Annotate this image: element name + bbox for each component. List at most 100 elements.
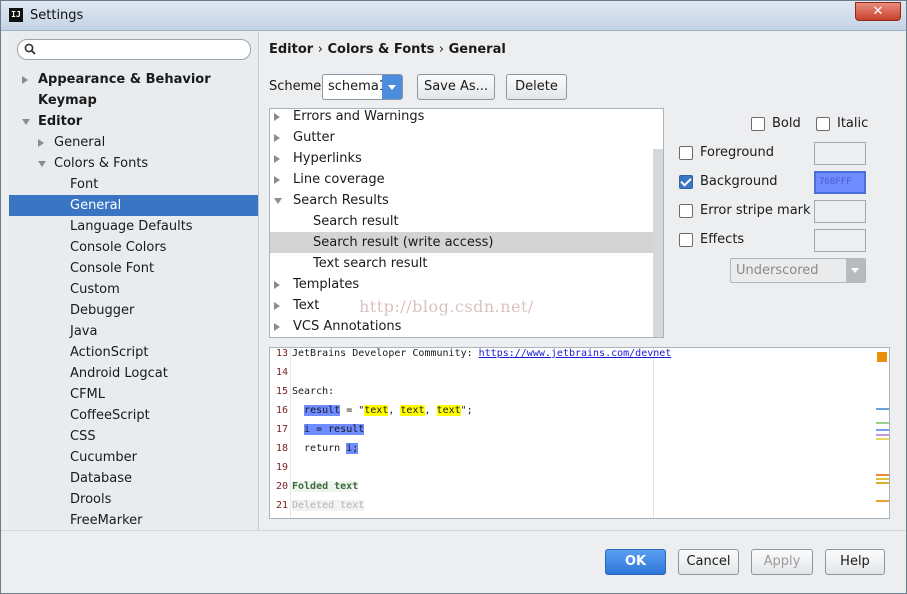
effects-color-swatch[interactable] (814, 229, 866, 252)
category-scrollbar[interactable] (653, 149, 663, 337)
ok-button[interactable]: OK (605, 549, 666, 575)
line-number: 14 (275, 367, 288, 378)
background-color-swatch[interactable]: 768FFF (814, 171, 866, 194)
bold-label: Bold (772, 116, 801, 131)
apply-button[interactable]: Apply (751, 549, 813, 575)
sidebar-item-general[interactable]: General (9, 195, 258, 216)
sidebar-item-custom[interactable]: Custom (9, 279, 258, 300)
sidebar-item-console-colors[interactable]: Console Colors (9, 237, 258, 258)
scheme-label: Scheme: (269, 79, 326, 94)
sidebar-item-cfml[interactable]: CFML (9, 384, 258, 405)
watermark-text: http://blog.csdn.net/ (359, 297, 534, 316)
code-hyperlink[interactable]: https://www.jetbrains.com/devnet (479, 348, 672, 359)
sidebar-item-drools[interactable]: Drools (9, 489, 258, 510)
sidebar-item-editor[interactable]: Editor (9, 111, 258, 132)
sidebar-item-label: Custom (70, 282, 120, 297)
sidebar-item-label: General (54, 135, 106, 150)
category-text-search-result[interactable]: Text search result (270, 253, 654, 274)
expanded-arrow-icon[interactable] (38, 161, 46, 167)
sidebar-item-label: CoffeeScript (70, 408, 150, 423)
background-checkbox[interactable] (679, 175, 693, 189)
search-icon (24, 43, 36, 55)
effect-type-dropdown[interactable]: Underscored (730, 258, 866, 283)
sidebar-item-label: Database (70, 471, 133, 486)
error-stripe-mark (876, 434, 889, 436)
save-as-button[interactable]: Save As... (417, 74, 495, 100)
collapsed-arrow-icon[interactable] (274, 323, 280, 331)
code-token-hl-blue: result (328, 424, 365, 435)
sidebar-item-css[interactable]: CSS (9, 426, 258, 447)
foreground-checkbox[interactable] (679, 146, 693, 160)
sidebar-item-appearance-behavior[interactable]: Appearance & Behavior (9, 69, 258, 90)
scheme-dropdown[interactable]: schema1 (322, 74, 403, 100)
foreground-color-swatch[interactable] (814, 142, 866, 165)
category-label: Text search result (313, 256, 428, 271)
category-search-results[interactable]: Search Results (270, 190, 654, 211)
italic-label: Italic (837, 116, 869, 131)
sidebar-item-font[interactable]: Font (9, 174, 258, 195)
settings-search-input[interactable] (17, 39, 251, 60)
close-window-button[interactable]: ✕ (855, 2, 901, 21)
sidebar-item-cucumber[interactable]: Cucumber (9, 447, 258, 468)
sidebar-item-console-font[interactable]: Console Font (9, 258, 258, 279)
footer-divider (1, 530, 906, 531)
sidebar-item-label: Debugger (70, 303, 135, 318)
sidebar-item-label: Language Defaults (70, 219, 193, 234)
sidebar-item-actionscript[interactable]: ActionScript (9, 342, 258, 363)
code-token-hl-yellow: text (364, 405, 389, 416)
category-search-result[interactable]: Search result (270, 211, 654, 232)
delete-scheme-button[interactable]: Delete (506, 74, 567, 100)
bold-checkbox[interactable] (751, 117, 765, 131)
sidebar-item-label: Drools (70, 492, 112, 507)
code-text: return i; (292, 439, 359, 458)
collapsed-arrow-icon[interactable] (274, 113, 280, 121)
code-text: Deleted text (292, 496, 365, 515)
help-button[interactable]: Help (825, 549, 885, 575)
sidebar-item-android-logcat[interactable]: Android Logcat (9, 363, 258, 384)
category-label: VCS Annotations (293, 319, 402, 334)
sidebar-item-keymap[interactable]: Keymap (9, 90, 258, 111)
sidebar-item-freemarker[interactable]: FreeMarker (9, 510, 258, 530)
sidebar-item-label: Console Font (70, 261, 155, 276)
code-token-hl-yellow: text (400, 405, 425, 416)
collapsed-arrow-icon[interactable] (38, 139, 44, 147)
sidebar-item-label: Keymap (38, 93, 97, 108)
collapsed-arrow-icon[interactable] (22, 76, 28, 84)
expanded-arrow-icon[interactable] (22, 119, 30, 125)
code-line: 19 (270, 458, 650, 477)
collapsed-arrow-icon[interactable] (274, 134, 280, 142)
collapsed-arrow-icon[interactable] (274, 155, 280, 163)
category-errors-and-warnings[interactable]: Errors and Warnings (270, 109, 654, 127)
error-stripe-color-swatch[interactable] (814, 200, 866, 223)
sidebar-item-language-defaults[interactable]: Language Defaults (9, 216, 258, 237)
cancel-button[interactable]: Cancel (678, 549, 739, 575)
code-token: , (424, 405, 437, 416)
category-templates[interactable]: Templates (270, 274, 654, 295)
effects-checkbox[interactable] (679, 233, 693, 247)
error-stripe-checkbox[interactable] (679, 204, 693, 218)
category-hyperlinks[interactable]: Hyperlinks (270, 148, 654, 169)
sidebar-item-debugger[interactable]: Debugger (9, 300, 258, 321)
category-label: Search result (write access) (313, 235, 494, 250)
sidebar-item-label: Java (70, 324, 98, 339)
sidebar-item-label: Console Colors (70, 240, 167, 255)
sidebar-item-database[interactable]: Database (9, 468, 258, 489)
code-preview[interactable]: 13 JetBrains Developer Community: https:/… (269, 347, 890, 519)
sidebar-item-colors-fonts[interactable]: Colors & Fonts (9, 153, 258, 174)
category-gutter[interactable]: Gutter (270, 127, 654, 148)
sidebar-item-general[interactable]: General (9, 132, 258, 153)
category-label: Search result (313, 214, 399, 229)
expanded-arrow-icon[interactable] (274, 198, 282, 204)
italic-checkbox[interactable] (816, 117, 830, 131)
collapsed-arrow-icon[interactable] (274, 302, 280, 310)
category-vcs-annotations[interactable]: VCS Annotations (270, 316, 654, 337)
code-token-deleted: Deleted text (292, 500, 365, 511)
category-search-result-write-access-[interactable]: Search result (write access) (270, 232, 654, 253)
sidebar-item-coffeescript[interactable]: CoffeeScript (9, 405, 258, 426)
category-line-coverage[interactable]: Line coverage (270, 169, 654, 190)
sidebar-item-java[interactable]: Java (9, 321, 258, 342)
collapsed-arrow-icon[interactable] (274, 176, 280, 184)
code-text: Search: (292, 382, 334, 401)
collapsed-arrow-icon[interactable] (274, 281, 280, 289)
chevron-down-icon (846, 259, 865, 282)
